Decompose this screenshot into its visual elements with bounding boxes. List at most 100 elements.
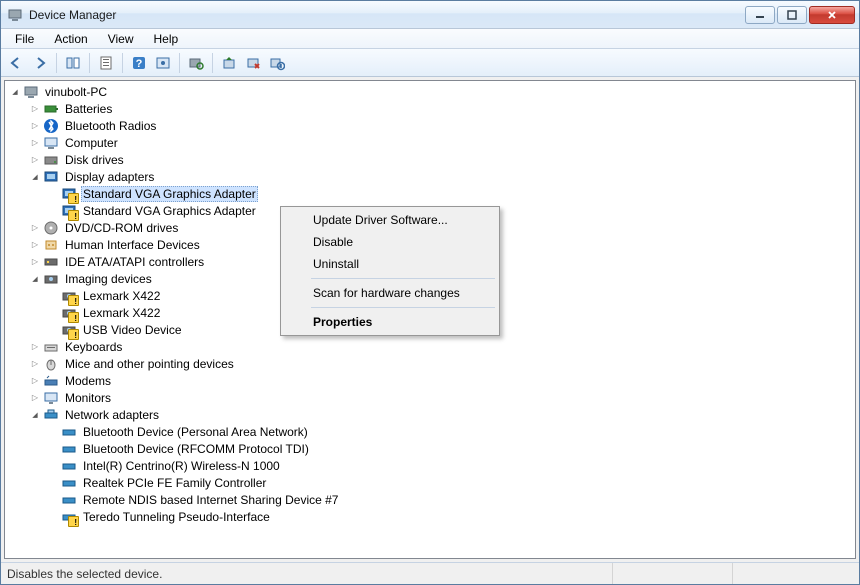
window-title: Device Manager <box>29 8 116 22</box>
statusbar: Disables the selected device. <box>1 562 859 584</box>
menu-action[interactable]: Action <box>44 30 97 48</box>
expander-icon[interactable] <box>29 341 41 353</box>
network-adapter-icon <box>61 458 77 474</box>
tree-node-network[interactable]: Network adapters <box>5 406 855 423</box>
tree-node-label: Standard VGA Graphics Adapter <box>81 186 258 202</box>
help-button[interactable]: ? <box>128 52 150 74</box>
minimize-button[interactable] <box>745 6 775 24</box>
tree-node-label: Bluetooth Radios <box>63 119 158 133</box>
toolbar: ? <box>1 49 859 77</box>
imaging-device-icon <box>61 288 77 304</box>
tree-node-label: Human Interface Devices <box>63 238 202 252</box>
update-driver-button[interactable] <box>218 52 240 74</box>
tree-node-keyboards[interactable]: Keyboards <box>5 338 855 355</box>
tree-node-label: Batteries <box>63 102 114 116</box>
titlebar: Device Manager <box>1 1 859 29</box>
expander-icon[interactable] <box>29 256 41 268</box>
tree-node-display-adapters[interactable]: Display adapters <box>5 168 855 185</box>
uninstall-device-button[interactable] <box>242 52 264 74</box>
status-text: Disables the selected device. <box>7 563 613 584</box>
network-adapter-icon <box>61 424 77 440</box>
network-adapter-icon <box>61 492 77 508</box>
expander-icon[interactable] <box>29 154 41 166</box>
forward-button[interactable] <box>29 52 51 74</box>
tree-node-label: Disk drives <box>63 153 126 167</box>
expander-icon[interactable] <box>29 358 41 370</box>
tree-node-computer[interactable]: Computer <box>5 134 855 151</box>
network-icon <box>43 407 59 423</box>
tree-node-net-device[interactable]: Intel(R) Centrino(R) Wireless-N 1000 <box>5 457 855 474</box>
menu-help[interactable]: Help <box>144 30 189 48</box>
expander-icon[interactable] <box>29 103 41 115</box>
expander-icon[interactable] <box>9 86 21 98</box>
menu-view[interactable]: View <box>98 30 144 48</box>
expander-icon[interactable] <box>29 375 41 387</box>
tree-node-label: Teredo Tunneling Pseudo-Interface <box>81 510 272 524</box>
context-properties[interactable]: Properties <box>283 311 497 333</box>
context-scan[interactable]: Scan for hardware changes <box>283 282 497 304</box>
computer-icon <box>43 135 59 151</box>
hid-icon <box>43 237 59 253</box>
close-button[interactable] <box>809 6 855 24</box>
display-adapter-icon <box>61 203 77 219</box>
tree-node-batteries[interactable]: Batteries <box>5 100 855 117</box>
tree-node-bluetooth[interactable]: Bluetooth Radios <box>5 117 855 134</box>
tree-node-disk-drives[interactable]: Disk drives <box>5 151 855 168</box>
properties-button[interactable] <box>95 52 117 74</box>
tree-node-label: IDE ATA/ATAPI controllers <box>63 255 206 269</box>
tree-node-net-device[interactable]: Bluetooth Device (RFCOMM Protocol TDI) <box>5 440 855 457</box>
scan-hardware-button[interactable] <box>185 52 207 74</box>
context-separator <box>311 307 495 308</box>
expander-icon[interactable] <box>29 392 41 404</box>
tree-node-label: Bluetooth Device (RFCOMM Protocol TDI) <box>81 442 311 456</box>
tree-node-label: Imaging devices <box>63 272 154 286</box>
network-adapter-icon <box>61 441 77 457</box>
tree-node-label: Network adapters <box>63 408 161 422</box>
expander-icon[interactable] <box>29 120 41 132</box>
tree-node-vga-adapter[interactable]: Standard VGA Graphics Adapter <box>5 185 855 202</box>
expander-icon[interactable] <box>29 409 41 421</box>
context-update-driver[interactable]: Update Driver Software... <box>283 209 497 231</box>
context-separator <box>311 278 495 279</box>
toolbar-separator <box>56 53 57 73</box>
tree-node-net-device[interactable]: Teredo Tunneling Pseudo-Interface <box>5 508 855 525</box>
expander-icon[interactable] <box>29 222 41 234</box>
tree-node-net-device[interactable]: Bluetooth Device (Personal Area Network) <box>5 423 855 440</box>
status-cell <box>613 563 733 584</box>
bluetooth-icon <box>43 118 59 134</box>
expander-icon[interactable] <box>29 137 41 149</box>
disable-device-button[interactable] <box>266 52 288 74</box>
tree-node-net-device[interactable]: Remote NDIS based Internet Sharing Devic… <box>5 491 855 508</box>
back-button[interactable] <box>5 52 27 74</box>
tree-node-label: Remote NDIS based Internet Sharing Devic… <box>81 493 340 507</box>
ide-icon <box>43 254 59 270</box>
context-uninstall[interactable]: Uninstall <box>283 253 497 275</box>
action-button[interactable] <box>152 52 174 74</box>
app-icon <box>7 7 23 23</box>
mouse-icon <box>43 356 59 372</box>
expander-icon[interactable] <box>29 273 41 285</box>
show-hide-console-tree-button[interactable] <box>62 52 84 74</box>
tree-node-label: Lexmark X422 <box>81 289 162 303</box>
menu-file[interactable]: File <box>5 30 44 48</box>
tree-node-label: DVD/CD-ROM drives <box>63 221 180 235</box>
tree-node-net-device[interactable]: Realtek PCIe FE Family Controller <box>5 474 855 491</box>
maximize-button[interactable] <box>777 6 807 24</box>
expander-icon[interactable] <box>29 239 41 251</box>
network-adapter-icon <box>61 475 77 491</box>
tree-node-label: Monitors <box>63 391 113 405</box>
tree-node-label: Lexmark X422 <box>81 306 162 320</box>
tree-node-label: Display adapters <box>63 170 156 184</box>
tree-node-mice[interactable]: Mice and other pointing devices <box>5 355 855 372</box>
toolbar-separator <box>89 53 90 73</box>
tree-node-modems[interactable]: Modems <box>5 372 855 389</box>
tree-node-monitors[interactable]: Monitors <box>5 389 855 406</box>
keyboard-icon <box>43 339 59 355</box>
disk-icon <box>43 152 59 168</box>
expander-icon[interactable] <box>29 171 41 183</box>
tree-node-label: Mice and other pointing devices <box>63 357 236 371</box>
tree-node-label: vinubolt-PC <box>43 85 109 99</box>
imaging-icon <box>43 271 59 287</box>
context-disable[interactable]: Disable <box>283 231 497 253</box>
tree-root[interactable]: vinubolt-PC <box>5 83 855 100</box>
